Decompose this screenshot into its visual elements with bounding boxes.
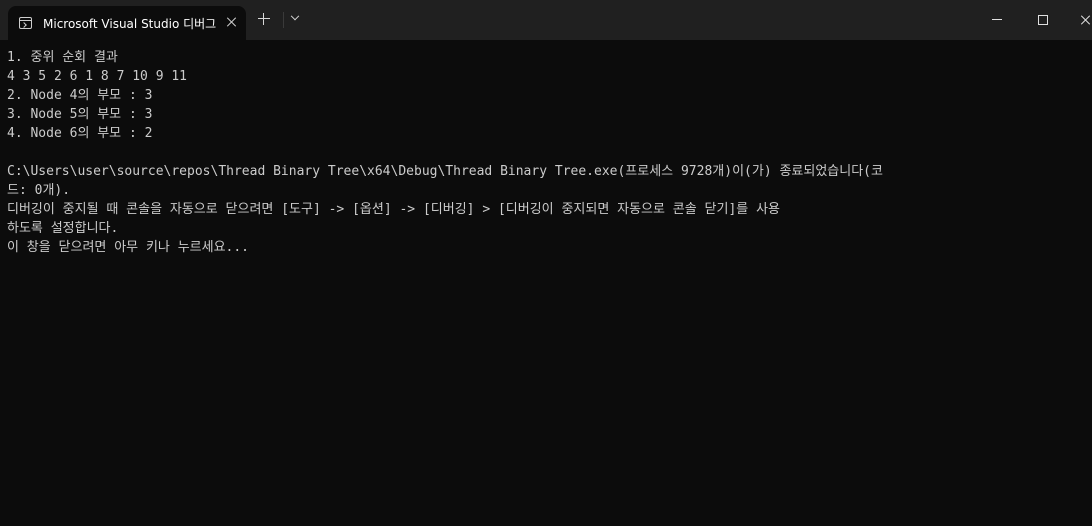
console-line: 드: 0개). [7,183,71,198]
tab-title: Microsoft Visual Studio 디버그 [43,17,217,31]
new-tab-button[interactable] [258,13,270,25]
chevron-down-icon[interactable] [290,11,300,21]
terminal-window: Microsoft Visual Studio 디버그 1. 중위 순회 결과 … [0,0,1092,526]
console-line: 4. Node 6의 부모 : 2 [7,126,153,141]
console-line: 4 3 5 2 6 1 8 7 10 9 11 [7,69,188,84]
terminal-icon [19,17,32,29]
title-bar: Microsoft Visual Studio 디버그 [0,0,1092,40]
tab-divider [283,12,284,28]
close-window-button[interactable] [1080,14,1092,26]
console-line: 1. 중위 순회 결과 [7,50,118,65]
maximize-button[interactable] [1038,15,1048,25]
console-line: 이 창을 닫으려면 아무 키나 누르세요... [7,240,250,255]
console-line: 하도록 설정합니다. [7,221,119,236]
console-line: 디버깅이 중지될 때 콘솔을 자동으로 닫으려면 [도구] -> [옵션] ->… [7,202,781,217]
tab-active[interactable]: Microsoft Visual Studio 디버그 [8,6,246,40]
close-tab-icon[interactable] [226,16,238,28]
minimize-button[interactable] [992,19,1002,20]
console-line: 2. Node 4의 부모 : 3 [7,88,153,103]
console-line: C:\Users\user\source\repos\Thread Binary… [7,164,883,179]
console-output[interactable]: 1. 중위 순회 결과 4 3 5 2 6 1 8 7 10 9 11 2. N… [7,48,1092,518]
console-line: 3. Node 5의 부모 : 3 [7,107,153,122]
